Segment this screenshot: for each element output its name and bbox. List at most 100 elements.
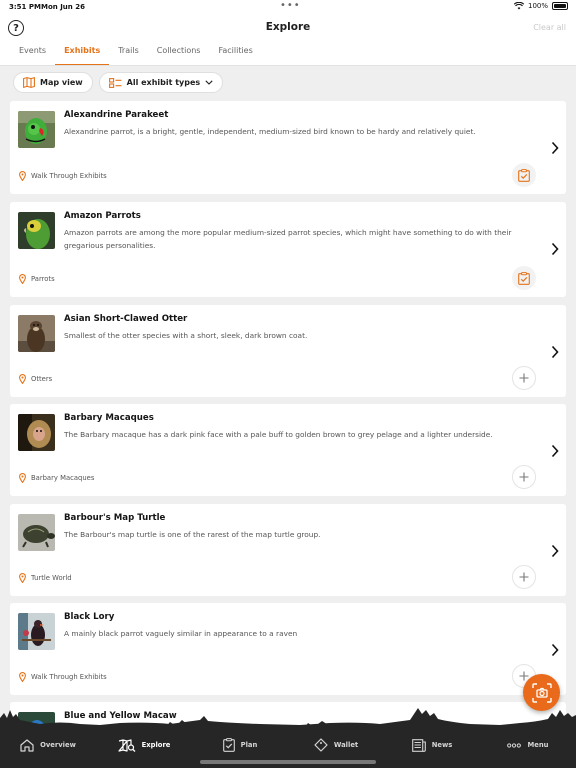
header-divider (0, 65, 576, 66)
chevron-right-icon[interactable] (550, 643, 560, 657)
exhibit-title: Barbour's Map Turtle (64, 513, 166, 523)
planned-button[interactable] (512, 266, 536, 290)
exhibit-thumbnail-parrot (18, 212, 55, 249)
plus-icon (519, 472, 529, 482)
exhibit-location-label: Walk Through Exhibits (31, 172, 107, 180)
add-to-plan-button[interactable] (512, 565, 536, 589)
explore-tabs: Events Exhibits Trails Collections Facil… (10, 45, 262, 66)
location-pin-icon (19, 473, 26, 483)
chevron-right-icon[interactable] (550, 345, 560, 359)
clipboard-check-icon (518, 271, 530, 285)
tabbar-explore[interactable]: Explore (96, 738, 192, 752)
filter-bar: Map view All exhibit types (13, 72, 224, 93)
location-pin-icon (19, 374, 26, 384)
tabbar-explore-label: Explore (141, 741, 171, 749)
exhibit-thumbnail-macaque (18, 414, 55, 451)
exhibit-description: Alexandrine parrot, is a bright, gentle,… (64, 127, 476, 136)
tabbar-wallet-label: Wallet (333, 741, 359, 749)
more-icon (507, 742, 522, 748)
location-pin-icon (19, 672, 26, 682)
tab-events[interactable]: Events (10, 45, 55, 66)
exhibit-location-label: Barbary Macaques (31, 474, 95, 482)
news-icon (411, 738, 426, 752)
tabbar-wallet[interactable]: Wallet (288, 738, 384, 752)
exhibit-title: Alexandrine Parakeet (64, 110, 169, 120)
exhibit-location: Turtle World (19, 573, 72, 583)
exhibit-description: The Barbour's map turtle is one of the r… (64, 530, 321, 539)
exhibit-location-label: Parrots (31, 275, 55, 283)
tab-collections[interactable]: Collections (148, 45, 210, 66)
map-view-button[interactable]: Map view (13, 72, 93, 93)
tabbar-news[interactable]: News (384, 738, 480, 752)
bottom-tab-bar: Overview Explore Plan Wallet News Menu (0, 733, 576, 768)
exhibit-description: A mainly black parrot vaguely similar in… (64, 629, 298, 638)
tabbar-overview-label: Overview (40, 741, 76, 749)
exhibit-location-label: Turtle World (31, 574, 72, 582)
chevron-right-icon[interactable] (550, 544, 560, 558)
map-view-label: Map view (40, 78, 83, 87)
exhibit-location: Walk Through Exhibits (19, 672, 107, 682)
page-title: Explore (265, 21, 311, 33)
home-indicator[interactable] (200, 760, 376, 764)
battery-percent: 100% (527, 2, 548, 10)
tab-exhibits[interactable]: Exhibits (55, 45, 110, 66)
clipboard-check-icon (518, 168, 530, 182)
exhibit-thumbnail-otter (18, 315, 55, 352)
add-to-plan-button[interactable] (512, 366, 536, 390)
tab-trails[interactable]: Trails (109, 45, 148, 66)
exhibit-location-label: Otters (31, 375, 53, 383)
plus-icon (519, 373, 529, 383)
tabbar-menu[interactable]: Menu (480, 741, 576, 749)
tabbar-plan-label: Plan (240, 741, 258, 749)
exhibit-card[interactable]: Barbary Macaques The Barbary macaque has… (10, 404, 566, 496)
exhibit-title: Black Lory (64, 612, 115, 622)
map-icon (23, 77, 35, 88)
clear-all-button[interactable]: Clear all (533, 23, 566, 32)
status-right: 100% (513, 2, 568, 10)
tab-facilities[interactable]: Facilities (209, 45, 261, 66)
exhibit-location: Barbary Macaques (19, 473, 94, 483)
scan-button[interactable] (523, 674, 560, 711)
exhibit-card[interactable]: Asian Short-Clawed Otter Smallest of the… (10, 305, 566, 397)
map-search-icon (117, 738, 136, 752)
tabbar-overview[interactable]: Overview (0, 738, 96, 752)
tabbar-news-label: News (431, 741, 453, 749)
location-pin-icon (19, 573, 26, 583)
status-date: Mon Jun 26 (41, 3, 85, 11)
status-time: 3:51 PM (9, 3, 41, 11)
exhibit-type-filter[interactable]: All exhibit types (98, 72, 224, 93)
battery-icon (552, 2, 568, 10)
exhibit-title: Amazon Parrots (64, 211, 141, 221)
tabbar-plan[interactable]: Plan (192, 738, 288, 752)
plus-icon (519, 572, 529, 582)
header: ? Explore Clear all Events Exhibits Trai… (0, 14, 576, 66)
exhibit-title: Barbary Macaques (64, 413, 154, 423)
exhibit-location: Parrots (19, 274, 55, 284)
exhibit-description: Amazon parrots are among the more popula… (64, 228, 512, 250)
add-to-plan-button[interactable] (512, 465, 536, 489)
tabbar-menu-label: Menu (527, 741, 549, 749)
chevron-right-icon[interactable] (550, 444, 560, 458)
exhibit-title: Asian Short-Clawed Otter (64, 314, 188, 324)
exhibit-thumbnail-turtle (18, 514, 55, 551)
exhibit-card[interactable]: Amazon Parrots Amazon parrots are among … (10, 202, 566, 297)
location-pin-icon (19, 274, 26, 284)
clipboard-icon (222, 738, 235, 752)
camera-scan-icon (531, 682, 552, 703)
exhibit-description: Smallest of the otter species with a sho… (64, 331, 308, 340)
chevron-right-icon[interactable] (550, 141, 560, 155)
filter-list-icon (108, 77, 122, 88)
chevron-down-icon (205, 80, 213, 85)
location-pin-icon (19, 171, 26, 181)
planned-button[interactable] (512, 163, 536, 187)
exhibit-card[interactable]: Black Lory A mainly black parrot vaguely… (10, 603, 566, 695)
ticket-icon (314, 738, 328, 752)
chevron-right-icon[interactable] (550, 242, 560, 256)
exhibit-card[interactable]: Barbour's Map Turtle The Barbour's map t… (10, 504, 566, 596)
exhibit-type-label: All exhibit types (126, 78, 201, 87)
exhibit-location-label: Walk Through Exhibits (31, 673, 107, 681)
home-icon (20, 738, 34, 752)
treeline-silhouette (0, 708, 576, 734)
exhibit-card[interactable]: Alexandrine Parakeet Alexandrine parrot,… (10, 101, 566, 194)
multitasking-dots-icon[interactable]: ••• (280, 0, 301, 11)
